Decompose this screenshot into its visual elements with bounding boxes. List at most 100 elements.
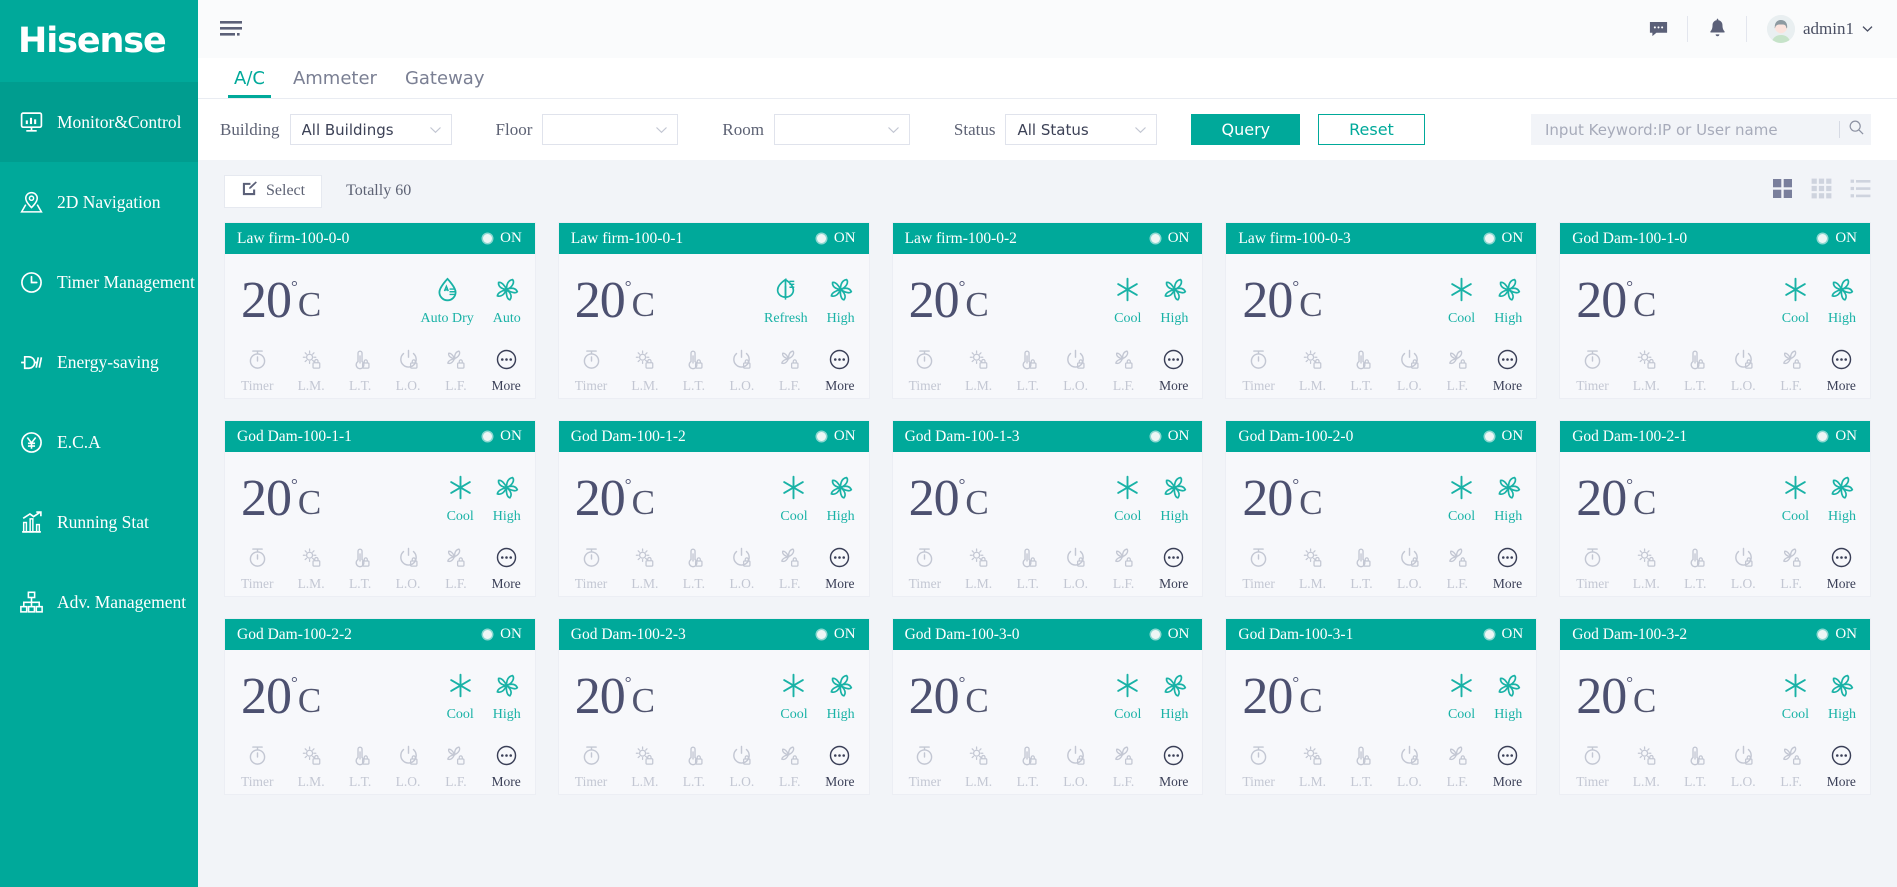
card-fan-button[interactable]: High	[1160, 276, 1188, 327]
card-lock-lt[interactable]: L.T.	[349, 546, 372, 592]
card-fan-button[interactable]: High	[1494, 474, 1522, 525]
card-more-button[interactable]: More	[492, 546, 521, 592]
card-lock-lf[interactable]: L.F.	[1446, 744, 1469, 790]
card-mode-button[interactable]: Cool	[1448, 276, 1475, 327]
card-more-button[interactable]: More	[1159, 546, 1188, 592]
card-lock-lo[interactable]: L.O.	[1731, 546, 1756, 592]
card-lock-lm[interactable]: L.M.	[1633, 744, 1660, 790]
card-lock-lm[interactable]: L.M.	[1299, 744, 1326, 790]
card-lock-lo[interactable]: L.O.	[396, 348, 421, 394]
card-lock-lf[interactable]: L.F.	[1780, 744, 1803, 790]
bell-icon[interactable]	[1688, 12, 1746, 46]
device-card[interactable]: Law firm-100-0-1 ON 20 ° C	[558, 222, 870, 399]
card-fan-button[interactable]: High	[1160, 474, 1188, 525]
card-lock-lf[interactable]: L.F.	[1780, 546, 1803, 592]
card-lock-lo[interactable]: L.O.	[729, 348, 754, 394]
card-lock-lt[interactable]: L.T.	[349, 348, 372, 394]
card-lock-lo[interactable]: L.O.	[729, 744, 754, 790]
device-card[interactable]: Law firm-100-0-3 ON 20 ° C Cool	[1225, 222, 1537, 399]
card-lock-lo[interactable]: L.O.	[1063, 744, 1088, 790]
card-lock-timer[interactable]: Timer	[909, 744, 942, 790]
chevron-down-icon[interactable]	[1862, 20, 1873, 38]
sidebar-item-monitor-control[interactable]: Monitor&Control	[0, 82, 198, 162]
card-mode-button[interactable]: Cool	[447, 672, 474, 723]
card-lock-lo[interactable]: L.O.	[396, 744, 421, 790]
card-more-button[interactable]: More	[1159, 744, 1188, 790]
card-lock-lf[interactable]: L.F.	[444, 744, 467, 790]
card-fan-button[interactable]: High	[493, 474, 521, 525]
card-mode-button[interactable]: Cool	[1448, 474, 1475, 525]
card-lock-timer[interactable]: Timer	[575, 348, 608, 394]
hamburger-icon[interactable]	[218, 16, 244, 42]
card-lock-lt[interactable]: L.T.	[1016, 744, 1039, 790]
card-mode-button[interactable]: Cool	[1114, 474, 1141, 525]
sidebar-item-running-stat[interactable]: Running Stat	[0, 482, 198, 562]
card-mode-button[interactable]: Cool	[1114, 276, 1141, 327]
sidebar-item-2d-navigation[interactable]: 2D Navigation	[0, 162, 198, 242]
select-button[interactable]: Select	[224, 175, 322, 208]
card-mode-button[interactable]: Cool	[1782, 672, 1809, 723]
card-mode-button[interactable]: Cool	[780, 672, 807, 723]
card-lock-lm[interactable]: L.M.	[965, 348, 992, 394]
sidebar-item-energy-saving[interactable]: Energy-saving	[0, 322, 198, 402]
device-card[interactable]: God Dam-100-3-1 ON 20 ° C Cool	[1225, 618, 1537, 795]
device-card[interactable]: God Dam-100-2-0 ON 20 ° C Cool	[1225, 420, 1537, 597]
card-fan-button[interactable]: High	[1828, 474, 1856, 525]
grid-large-view-icon[interactable]	[1772, 178, 1793, 204]
card-lock-lo[interactable]: L.O.	[1731, 744, 1756, 790]
card-lock-timer[interactable]: Timer	[1576, 546, 1609, 592]
card-lock-lf[interactable]: L.F.	[1446, 348, 1469, 394]
status-select[interactable]: All Status	[1005, 114, 1157, 145]
card-lock-lt[interactable]: L.T.	[1016, 546, 1039, 592]
card-lock-lf[interactable]: L.F.	[778, 546, 801, 592]
card-mode-button[interactable]: Cool	[1782, 276, 1809, 327]
card-lock-lo[interactable]: L.O.	[1063, 546, 1088, 592]
card-fan-button[interactable]: High	[493, 672, 521, 723]
card-fan-button[interactable]: High	[827, 276, 855, 327]
card-mode-button[interactable]: Cool	[1448, 672, 1475, 723]
card-lock-lo[interactable]: L.O.	[1063, 348, 1088, 394]
card-lock-timer[interactable]: Timer	[1576, 348, 1609, 394]
card-lock-lf[interactable]: L.F.	[778, 744, 801, 790]
card-lock-lm[interactable]: L.M.	[1299, 348, 1326, 394]
device-card[interactable]: God Dam-100-1-3 ON 20 ° C Cool	[892, 420, 1204, 597]
card-lock-lt[interactable]: L.T.	[1350, 744, 1373, 790]
card-lock-lm[interactable]: L.M.	[1633, 348, 1660, 394]
card-fan-button[interactable]: High	[827, 672, 855, 723]
card-lock-timer[interactable]: Timer	[1242, 348, 1275, 394]
card-lock-lo[interactable]: L.O.	[1397, 744, 1422, 790]
card-fan-button[interactable]: High	[1828, 672, 1856, 723]
card-mode-button[interactable]: Cool	[780, 474, 807, 525]
card-lock-lf[interactable]: L.F.	[1780, 348, 1803, 394]
device-card[interactable]: God Dam-100-1-0 ON 20 ° C Cool	[1559, 222, 1871, 399]
tab-ammeter[interactable]: Ammeter	[279, 68, 391, 98]
search-box[interactable]	[1531, 114, 1871, 145]
card-fan-button[interactable]: High	[1160, 672, 1188, 723]
card-lock-lm[interactable]: L.M.	[965, 744, 992, 790]
card-lock-lm[interactable]: L.M.	[1633, 546, 1660, 592]
card-lock-lf[interactable]: L.F.	[1112, 546, 1135, 592]
card-lock-lm[interactable]: L.M.	[1299, 546, 1326, 592]
card-more-button[interactable]: More	[492, 744, 521, 790]
search-icon[interactable]	[1848, 119, 1865, 141]
card-lock-lt[interactable]: L.T.	[1684, 744, 1707, 790]
card-lock-lf[interactable]: L.F.	[1446, 546, 1469, 592]
card-mode-button[interactable]: Cool	[1782, 474, 1809, 525]
card-lock-lt[interactable]: L.T.	[682, 546, 705, 592]
card-lock-lo[interactable]: L.O.	[729, 546, 754, 592]
card-more-button[interactable]: More	[1493, 744, 1522, 790]
sidebar-item-adv-management[interactable]: Adv. Management	[0, 562, 198, 642]
card-more-button[interactable]: More	[825, 744, 854, 790]
device-card[interactable]: God Dam-100-2-1 ON 20 ° C Cool	[1559, 420, 1871, 597]
card-lock-lt[interactable]: L.T.	[1684, 546, 1707, 592]
card-lock-lt[interactable]: L.T.	[1350, 348, 1373, 394]
device-card[interactable]: God Dam-100-2-2 ON 20 ° C Cool	[224, 618, 536, 795]
card-fan-button[interactable]: High	[1494, 672, 1522, 723]
card-lock-lt[interactable]: L.T.	[682, 348, 705, 394]
card-lock-timer[interactable]: Timer	[909, 348, 942, 394]
card-more-button[interactable]: More	[1493, 546, 1522, 592]
card-lock-lo[interactable]: L.O.	[396, 546, 421, 592]
search-input[interactable]	[1545, 121, 1839, 139]
card-lock-timer[interactable]: Timer	[575, 546, 608, 592]
card-lock-timer[interactable]: Timer	[241, 744, 274, 790]
